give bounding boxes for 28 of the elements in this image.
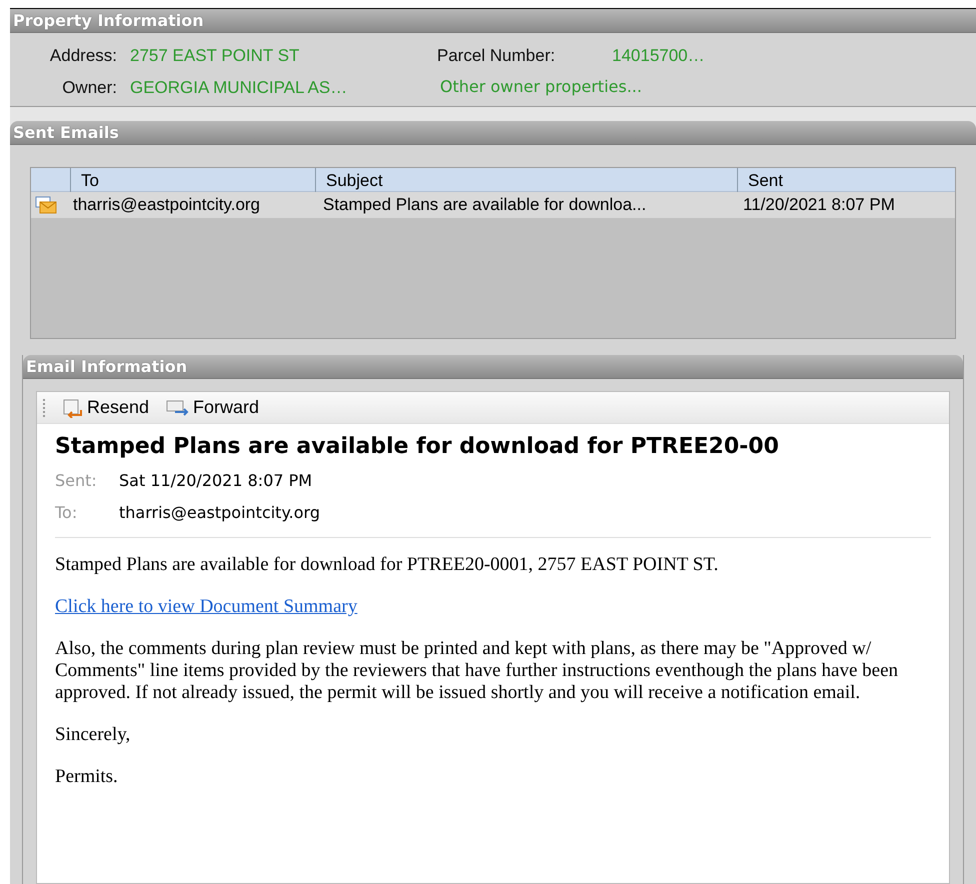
toolbar-button[interactable]: Resend [61,394,150,421]
field-value: GEORGIA MUNICIPAL AS… [129,76,348,98]
field-value: 14015700… [612,45,706,67]
email-paragraph: Permits. [55,766,119,788]
meta-value: tharris@eastpointcity.org [119,502,321,524]
panel-header: Sent Emails [10,121,976,145]
meta-label: Sent: [55,470,98,492]
column-header[interactable]: Sent [738,168,955,194]
email-paragraph: Also, the comments during plan review must be printed and kept with plans, as there may be "Approved w/ Comments" line items provided by the reviewers that have further instructions eventhough the plans have been approved. If not already issued, the permit will be issued shortly and you will receive a notification email. [55,638,900,704]
field-label: Address: [48,45,118,67]
email-subject: Stamped Plans are available for download for PTREE20-00 [55,433,780,461]
table-cell-text: 11/20/2021 8:07 PM [742,194,895,216]
meta-label: To: [55,502,78,524]
envelope-icon [35,196,57,214]
email-paragraph: Stamped Plans are available for download for PTREE20-0001, 2757 EAST POINT ST. [55,554,720,576]
meta-value: Sat 11/20/2021 8:07 PM [119,470,314,492]
email-row[interactable]: tharris@eastpointcity.org Stamped Plans are available for downloa... 11/20/2021 8:07 PM [31,192,955,218]
table-cell-text: Stamped Plans are available for downloa... [322,194,648,216]
email-paragraph: Sincerely, [55,724,132,746]
field-label: Parcel Number: [437,45,556,67]
toolbar-button[interactable]: Forward [165,394,260,421]
field-label: Owner: [61,76,118,98]
field-value: 2757 EAST POINT ST [129,45,300,67]
panel-header: Email Information [23,355,963,379]
panel-header: Property Information [10,9,976,33]
printer-arrow-icon [61,398,85,418]
document-summary-link[interactable]: Click here to view Document Summary [55,596,358,618]
table-cell-text: tharris@eastpointcity.org [73,194,262,216]
